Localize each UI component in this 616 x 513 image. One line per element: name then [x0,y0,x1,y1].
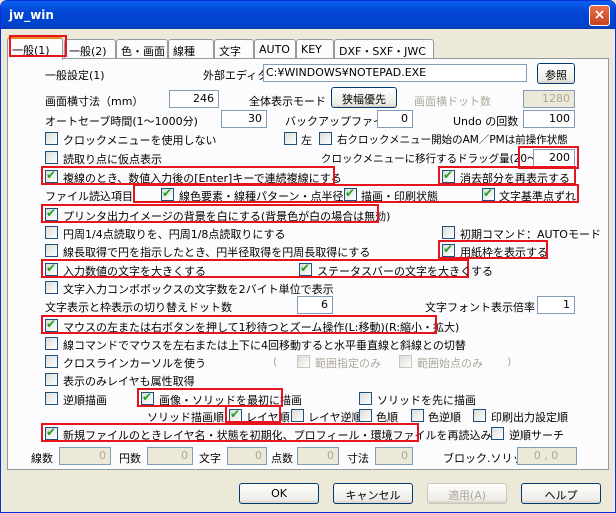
dims-label: 寸法 [347,452,369,465]
tab-line-type[interactable]: 線種 [168,39,214,59]
line-length-checkbox[interactable] [45,244,58,257]
text-switch-label: 文字表示と枠表示の切り替えドット数 [45,301,232,314]
print-order-checkbox[interactable] [473,409,486,422]
circle-read-label: 円周1/4点読取りを、円周1/8点読取りにする [63,228,286,241]
layer-attr-label: 表示のみレイヤも属性取得 [63,375,195,388]
cancel-button[interactable]: キャンセル [333,483,413,504]
text-switch-input[interactable]: 6 [297,296,333,314]
read-point-checkbox[interactable] [45,151,58,164]
range-only-label: 範囲指定のみ [315,357,381,370]
combobox-label: 文字入力コンボボックスの文字数を2バイト単位で表示 [63,283,334,296]
tab-text[interactable]: 文字 [214,39,254,59]
layer-attr-checkbox[interactable] [45,373,58,386]
mouse-lr-checkbox[interactable] [45,337,58,350]
dialog-window: jw_win × 一般(1) 一般(2) 色・画面 線種 文字 AUTO KEY… [0,0,616,513]
section-title: 一般設定(1) [45,69,105,82]
line-length-label: 線長取得で円を指示したとき、円半径取得を円周長取得にする [63,246,371,259]
layer-reverse-checkbox[interactable] [291,409,304,422]
backup-input[interactable]: 0 [377,110,413,128]
highlight-file-read [133,184,579,203]
paren-open: ( [273,355,278,368]
editor-path-input[interactable]: C:¥WINDOWS¥NOTEPAD.EXE [263,64,527,82]
circles-value: 0 [147,447,193,465]
block-value: 0 , 0 [517,447,577,465]
display-mode-label: 全体表示モード [249,95,326,108]
texts-label: 文字 [199,452,221,465]
read-point-label: 読取り点に仮点表示 [63,153,162,166]
highlight-new-file [41,423,419,442]
window-title: jw_win [9,8,54,22]
mouse-lr-label: 線コマンドでマウスを左右または上下に4回移動すると水平垂直線と斜線との切替 [63,339,466,352]
clock-menu-label: クロックメニューを使用しない [63,134,217,147]
status-large-label: ステータスバーの文字を大きくする [317,265,493,278]
tab-color-screen[interactable]: 色・画面 [116,39,168,59]
status-large-checkbox[interactable] [299,261,312,276]
solid-first-checkbox[interactable] [359,392,372,405]
screen-dots-input: 1280 [523,90,575,108]
undo-input[interactable]: 100 [523,110,575,128]
highlight-printer-bg [41,204,379,223]
lines-label: 線数 [31,452,53,465]
right-clock-label: 右クロックメニュー開始のAM／PMは前操作状態 [337,134,568,146]
tab-dxf-sxf-jwc[interactable]: DXF・SXF・JWC [334,39,434,59]
print-order-label: 印刷出力設定順 [491,411,568,424]
initial-cmd-checkbox[interactable] [442,226,455,239]
range-point-label: 範囲始点のみ [417,357,483,370]
crossline-checkbox[interactable] [45,355,58,368]
paren-close: ) [507,355,512,368]
highlight-layer-order [225,405,281,423]
help-button[interactable]: ヘルプ [521,483,601,504]
screen-width-label: 画面横寸法（mm） [45,95,144,108]
tab-general-2[interactable]: 一般(2) [64,39,116,59]
texts-value: 0 [227,447,267,465]
circles-label: 円数 [119,452,141,465]
reverse-search-checkbox[interactable] [491,427,504,440]
ok-button[interactable]: OK [239,483,319,504]
text-zoom-label: 文字フォント表示倍率 [425,301,535,314]
close-button[interactable]: × [589,5,610,26]
file-read-label: ファイル読込項目 [45,190,133,203]
reverse-draw-checkbox[interactable] [45,392,58,405]
browse-button[interactable]: 参照 [537,63,575,84]
color-reverse-checkbox[interactable] [411,409,424,422]
dims-value: 0 [375,447,413,465]
reverse-draw-label: 逆順描画 [63,394,107,407]
screen-dots-label: 画面横ドット数 [414,95,491,108]
highlight-mouse-zoom [41,315,437,334]
editor-label: 外部エディタ [203,69,269,82]
left-label: 左 [301,134,312,147]
undo-label: Undo の回数 [453,115,519,128]
highlight-paper-frame [438,240,548,259]
highlight-tab [9,35,67,57]
highlight-hidden-redraw [438,166,576,185]
color-reverse-label: 色逆順 [428,411,461,424]
display-mode-button[interactable]: 狭幅優先 [331,87,397,108]
title-bar: jw_win × [1,1,615,29]
combobox-checkbox[interactable] [45,281,58,294]
range-only-checkbox [297,355,310,368]
tab-auto[interactable]: AUTO [254,39,296,59]
clock-menu-checkbox[interactable] [45,132,58,145]
text-zoom-input[interactable]: 1 [537,296,575,314]
points-label: 点数 [271,452,293,465]
tab-key[interactable]: KEY [296,39,334,59]
points-value: 0 [297,447,339,465]
highlight-multi-line [41,166,335,185]
circle-read-checkbox[interactable] [45,226,58,239]
right-clock-checkbox[interactable] [319,132,332,145]
color-order-checkbox[interactable] [359,409,372,422]
left-checkbox[interactable] [284,132,297,145]
reverse-search-label: 逆順サーチ [509,429,564,442]
apply-button: 適用(A) [427,483,507,504]
autosave-label: オートセーブ時間(1〜1000分) [45,115,198,128]
screen-width-input[interactable]: 246 [169,90,219,108]
solid-first-label: ソリッドを先に描画 [377,394,476,407]
crossline-label: クロスラインカーソルを使う [63,357,206,370]
autosave-input[interactable]: 30 [221,110,267,128]
lines-value: 0 [59,447,111,465]
range-point-checkbox [399,355,412,368]
